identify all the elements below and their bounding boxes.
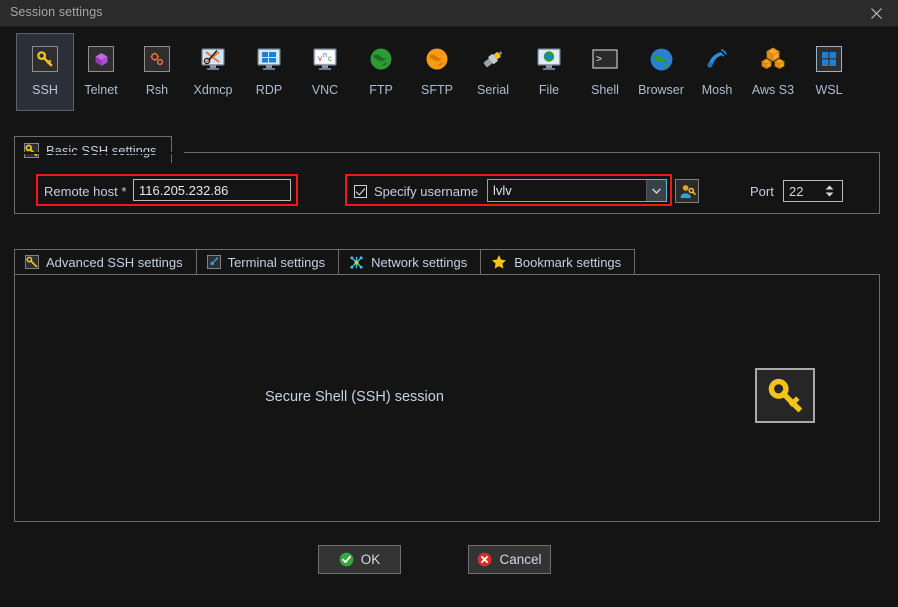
monitor-x-icon	[196, 42, 230, 76]
settings-tabstrip: Advanced SSH settings Terminal settings	[14, 249, 636, 275]
checkbox-indicator	[354, 185, 367, 198]
check-circle-icon	[339, 552, 354, 567]
protocol-button-serial[interactable]: Serial	[464, 33, 522, 111]
star-icon	[491, 254, 507, 270]
network-icon	[349, 255, 364, 270]
protocol-label: FTP	[369, 83, 393, 97]
protocol-label: VNC	[311, 83, 339, 97]
cancel-button-label: Cancel	[499, 552, 542, 567]
key-icon	[25, 255, 39, 269]
windows-icon	[812, 42, 846, 76]
port-label: Port	[750, 184, 774, 199]
window-title: Session settings	[10, 5, 103, 19]
remote-host-value: 116.205.232.86	[139, 182, 229, 198]
key-icon	[766, 377, 804, 415]
protocol-label: Telnet	[84, 83, 118, 97]
protocol-label: RDP	[255, 83, 283, 97]
specify-username-checkbox[interactable]: Specify username	[354, 184, 478, 199]
chevron-up-icon	[825, 185, 833, 190]
select-user-button[interactable]	[675, 179, 699, 203]
specify-username-label: Specify username	[374, 184, 479, 199]
blue-globe-icon	[644, 42, 678, 76]
protocol-label: Shell	[591, 83, 619, 97]
protocol-button-rsh[interactable]: Rsh	[128, 33, 186, 111]
port-stepper[interactable]: 22	[783, 180, 843, 202]
tab-advanced-ssh-settings[interactable]: Advanced SSH settings	[14, 249, 196, 275]
protocol-label: SFTP	[421, 83, 453, 97]
chevron-down-icon[interactable]	[646, 180, 666, 201]
svg-text:c: c	[328, 54, 332, 63]
protocol-label: SSH	[32, 83, 58, 97]
protocol-button-file[interactable]: File	[520, 33, 578, 111]
close-icon	[870, 7, 882, 19]
orange-globe-icon	[420, 42, 454, 76]
green-globe-icon	[364, 42, 398, 76]
aws-cubes-icon	[756, 42, 790, 76]
chevron-down-icon	[825, 192, 833, 197]
user-key-icon	[679, 183, 696, 200]
tab-label: Advanced SSH settings	[46, 254, 183, 270]
tab-label: Bookmark settings	[514, 254, 622, 270]
cube-icon	[84, 42, 118, 76]
protocol-button-aws-s3[interactable]: Aws S3	[744, 33, 802, 111]
protocol-button-xdmcp[interactable]: Xdmcp	[184, 33, 242, 111]
protocol-label: Aws S3	[751, 83, 795, 97]
key-icon	[28, 42, 62, 76]
tab-basic-ssh-settings[interactable]: Basic SSH settings	[14, 136, 172, 163]
serial-plug-icon	[476, 42, 510, 76]
svg-text:>: >	[596, 55, 602, 66]
ok-button[interactable]: OK	[318, 545, 401, 574]
protocol-label: File	[538, 83, 560, 97]
terminal-settings-icon	[206, 255, 221, 269]
ok-button-label: OK	[360, 552, 381, 567]
protocol-button-sftp[interactable]: SFTP	[408, 33, 466, 111]
protocol-label: Mosh	[701, 83, 733, 97]
session-settings-dialog: Session settings SSH Telnet Rsh Xdmcp RD…	[0, 0, 898, 607]
cancel-button[interactable]: Cancel	[468, 545, 551, 574]
protocol-toolbar: SSH Telnet Rsh Xdmcp RDP v n c VNC FTP S…	[0, 27, 898, 127]
protocol-button-ssh[interactable]: SSH	[16, 33, 74, 111]
protocol-button-vnc[interactable]: v n c VNC	[296, 33, 354, 111]
remote-host-input[interactable]: 116.205.232.86	[133, 179, 291, 201]
tab-label: Basic SSH settings	[46, 142, 157, 158]
vnc-monitor-icon: v n c	[308, 42, 342, 76]
protocol-label: Rsh	[145, 83, 169, 97]
port-value: 22	[789, 183, 804, 199]
tab-network-settings[interactable]: Network settings	[338, 249, 481, 275]
protocol-button-shell[interactable]: > Shell	[576, 33, 634, 111]
tab-bookmark-settings[interactable]: Bookmark settings	[480, 249, 636, 275]
x-circle-icon	[477, 552, 492, 567]
protocol-button-wsl[interactable]: WSL	[800, 33, 858, 111]
protocol-label: Browser	[638, 83, 684, 97]
protocol-label: Serial	[477, 83, 509, 97]
protocol-button-browser[interactable]: Browser	[632, 33, 690, 111]
key-icon	[24, 142, 39, 158]
username-combobox[interactable]: lvlv	[487, 179, 667, 202]
file-monitor-icon	[532, 42, 566, 76]
stepper-arrows[interactable]	[820, 181, 842, 201]
protocol-label: WSL	[815, 83, 843, 97]
satellite-icon	[700, 42, 734, 76]
protocol-button-rdp[interactable]: RDP	[240, 33, 298, 111]
title-bar: Session settings	[0, 0, 898, 27]
remote-host-label: Remote host *	[44, 184, 127, 199]
tab-label: Terminal settings	[227, 254, 326, 270]
protocol-button-ftp[interactable]: FTP	[352, 33, 410, 111]
protocol-label: Xdmcp	[193, 83, 233, 97]
svg-text:v: v	[318, 54, 322, 63]
gears-icon	[140, 42, 174, 76]
tab-label: Network settings	[371, 254, 468, 270]
session-key-icon-frame	[755, 368, 815, 423]
close-button[interactable]	[854, 0, 898, 26]
windows-monitor-icon	[252, 42, 286, 76]
protocol-button-telnet[interactable]: Telnet	[72, 33, 130, 111]
svg-text:n: n	[323, 52, 327, 59]
username-value: lvlv	[493, 183, 512, 198]
session-description: Secure Shell (SSH) session	[265, 389, 444, 405]
protocol-button-mosh[interactable]: Mosh	[688, 33, 746, 111]
session-preview-panel	[14, 274, 880, 522]
terminal-icon: >	[588, 42, 622, 76]
tab-terminal-settings[interactable]: Terminal settings	[195, 249, 339, 275]
